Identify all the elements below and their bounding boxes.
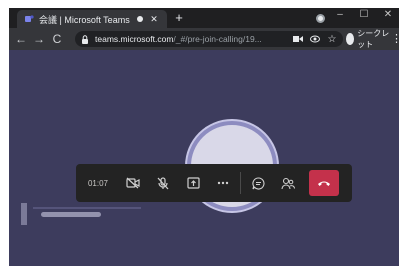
incognito-profile-button[interactable]: シークレット <box>346 29 390 49</box>
reload-button[interactable]: C <box>49 30 65 48</box>
tab-strip: 会議 | Microsoft Teams ✕ + – ☐ ✕ <box>9 8 399 28</box>
address-bar[interactable]: teams.microsoft.com/_#/pre-join-calling/… <box>75 31 343 47</box>
forward-button[interactable]: → <box>31 30 47 48</box>
participant-name-blurred <box>41 212 101 217</box>
meeting-stage: 01:07 <box>9 50 399 266</box>
bookmark-star-icon[interactable]: ☆ <box>326 34 338 45</box>
mic-off-icon <box>157 176 169 189</box>
recording-indicator-icon <box>137 16 143 22</box>
browser-toolbar: ← → C teams.microsoft.com/_#/pre-join-ca… <box>9 28 399 50</box>
maximize-button[interactable]: ☐ <box>353 8 375 24</box>
view-icon[interactable] <box>309 35 321 43</box>
video-off-icon <box>126 177 140 189</box>
tab-title: 会議 | Microsoft Teams <box>39 14 130 25</box>
controls-divider <box>240 172 241 194</box>
tab-teams-meeting[interactable]: 会議 | Microsoft Teams ✕ <box>17 10 167 28</box>
participant-indicator <box>21 203 27 225</box>
new-tab-button[interactable]: + <box>171 10 187 26</box>
hang-up-button[interactable] <box>309 170 339 196</box>
camera-toggle-button[interactable] <box>118 164 148 202</box>
lock-icon[interactable] <box>81 34 91 44</box>
share-screen-icon <box>186 177 200 189</box>
chat-icon <box>251 176 265 189</box>
share-screen-button[interactable] <box>178 164 208 202</box>
more-options-button[interactable] <box>208 164 238 202</box>
browser-menu-button[interactable]: ⋮ <box>391 32 399 46</box>
minimize-button[interactable]: – <box>329 8 351 24</box>
call-timer: 01:07 <box>87 178 109 188</box>
incognito-icon <box>346 33 355 45</box>
hang-up-icon <box>318 181 330 186</box>
browser-window: 会議 | Microsoft Teams ✕ + – ☐ ✕ ← → C tea… <box>9 8 399 266</box>
participant-underline <box>33 207 141 209</box>
media-indicator-icon[interactable] <box>316 14 325 23</box>
more-options-icon <box>217 181 229 185</box>
close-window-button[interactable]: ✕ <box>377 8 399 24</box>
camera-in-use-icon[interactable] <box>292 35 304 43</box>
participant-name-tag <box>21 203 141 225</box>
url-text: teams.microsoft.com/_#/pre-join-calling/… <box>95 34 292 44</box>
back-button[interactable]: ← <box>13 30 29 48</box>
chat-button[interactable] <box>243 164 273 202</box>
call-controls-bar: 01:07 <box>76 164 352 202</box>
participants-button[interactable] <box>273 164 303 202</box>
mic-toggle-button[interactable] <box>148 164 178 202</box>
tab-close-button[interactable]: ✕ <box>149 14 159 25</box>
teams-icon <box>24 14 34 24</box>
url-path: /_#/pre-join-calling/19... <box>173 34 262 44</box>
url-host: teams.microsoft.com <box>95 34 174 44</box>
participants-icon <box>281 177 295 189</box>
profile-label: シークレット <box>357 29 390 49</box>
